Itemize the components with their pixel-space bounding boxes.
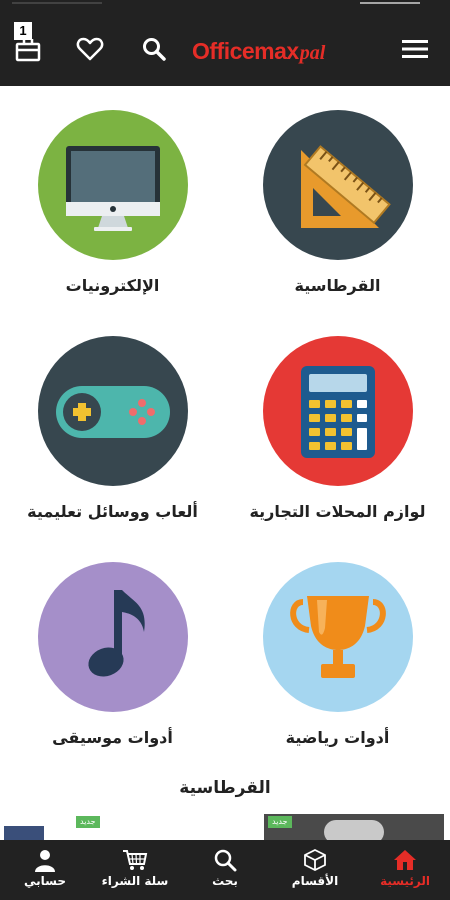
home-icon xyxy=(394,850,416,870)
category-circle xyxy=(263,110,413,260)
monitor-icon xyxy=(66,146,160,231)
nav-cart[interactable]: سلة الشراء xyxy=(90,840,180,900)
category-music[interactable]: أدوات موسيقى xyxy=(0,538,225,764)
status-bar xyxy=(0,0,450,8)
heart-icon xyxy=(76,37,104,61)
category-circle xyxy=(38,110,188,260)
category-label: القرطاسية xyxy=(294,276,381,295)
calculator-icon xyxy=(301,366,375,458)
category-label: لوازم المحلات التجارية xyxy=(249,502,426,521)
nav-home-label: الرئيسية xyxy=(380,874,430,888)
ruler-triangle-icon xyxy=(301,145,391,228)
music-note-icon xyxy=(88,590,145,677)
user-icon xyxy=(35,850,55,872)
app-header: 1 Officemax pal xyxy=(0,8,450,86)
new-badge: جديد xyxy=(268,816,292,828)
logo-main-text: Officemax xyxy=(192,38,299,64)
category-circle xyxy=(38,336,188,486)
search-icon xyxy=(214,849,237,872)
search-icon xyxy=(143,38,166,61)
officemax-logo[interactable]: Officemax pal xyxy=(192,38,325,72)
header-search-button[interactable] xyxy=(138,33,170,65)
gamepad-icon xyxy=(56,386,170,438)
nav-cart-label: سلة الشراء xyxy=(101,874,169,888)
hamburger-menu-icon xyxy=(402,40,428,58)
category-circle xyxy=(263,562,413,712)
category-circle xyxy=(263,336,413,486)
category-shop-supplies[interactable]: لوازم المحلات التجارية xyxy=(225,312,450,538)
nav-account[interactable]: حسابي xyxy=(0,840,90,900)
nav-categories-label: الأقسام xyxy=(291,874,339,888)
category-electronics[interactable]: الإلكترونيات xyxy=(0,86,225,312)
category-sports[interactable]: أدوات رياضية xyxy=(225,538,450,764)
section-title: القرطاسية xyxy=(179,778,271,798)
nav-account-label: حسابي xyxy=(23,874,66,888)
nav-search-label: بحث xyxy=(212,874,238,888)
new-badge: جديد xyxy=(76,816,100,828)
status-bar-right xyxy=(360,0,420,4)
cube-icon xyxy=(304,848,326,872)
bottom-navigation: حسابي سلة الشراء بحث الأقسام الرئيسية xyxy=(0,840,450,900)
trophy-icon xyxy=(290,596,386,678)
logo-suffix-text: pal xyxy=(299,42,326,64)
menu-button[interactable] xyxy=(399,33,431,65)
category-label: أدوات رياضية xyxy=(285,728,390,747)
category-label: الإلكترونيات xyxy=(65,276,160,295)
category-circle xyxy=(38,562,188,712)
status-bar-left xyxy=(12,0,102,4)
nav-search[interactable]: بحث xyxy=(180,840,270,900)
category-stationery[interactable]: القرطاسية xyxy=(225,86,450,312)
category-label: أدوات موسيقى xyxy=(52,728,173,747)
cart-count-badge: 1 xyxy=(14,22,32,40)
nav-home[interactable]: الرئيسية xyxy=(360,840,450,900)
nav-categories[interactable]: الأقسام xyxy=(270,840,360,900)
category-label: ألعاب ووسائل تعليمية xyxy=(27,502,198,521)
shopping-cart-icon xyxy=(123,850,148,870)
category-games[interactable]: ألعاب ووسائل تعليمية xyxy=(0,312,225,538)
wishlist-button[interactable] xyxy=(74,33,106,65)
